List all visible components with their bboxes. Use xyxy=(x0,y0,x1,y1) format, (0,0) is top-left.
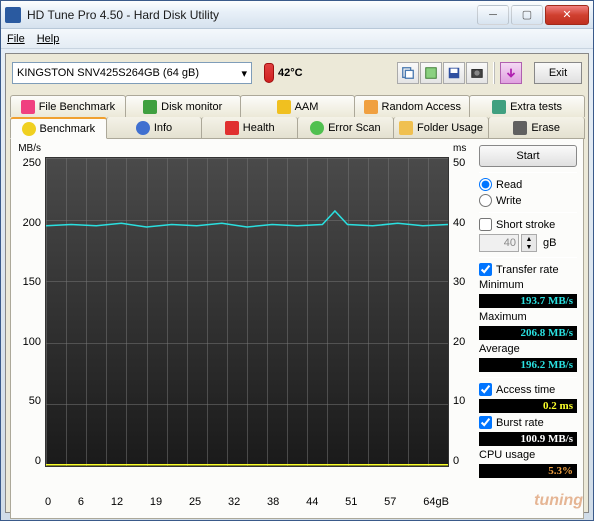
access-time-checkbox[interactable] xyxy=(479,383,492,396)
toolbar-divider xyxy=(493,62,495,84)
tab-erase[interactable]: Erase xyxy=(488,117,585,139)
options-button[interactable] xyxy=(500,62,522,84)
access-time-value: 0.2 ms xyxy=(479,399,577,413)
temperature-value: 42°C xyxy=(278,67,303,79)
maximize-button[interactable]: ▢ xyxy=(511,5,543,25)
access-time-label: Access time xyxy=(496,384,555,396)
burst-rate-label: Burst rate xyxy=(496,417,544,429)
y-axis-right: 50403020100 xyxy=(449,157,471,467)
titlebar: HD Tune Pro 4.50 - Hard Disk Utility ─ ▢… xyxy=(1,1,593,29)
minimize-button[interactable]: ─ xyxy=(477,5,509,25)
short-stroke-input xyxy=(479,234,519,252)
copy-info-button[interactable] xyxy=(397,62,419,84)
maximum-label: Maximum xyxy=(479,311,577,323)
drive-select[interactable]: KINGSTON SNV425S264GB (64 gB) ▾ xyxy=(12,62,252,84)
start-button[interactable]: Start xyxy=(479,145,577,167)
chevron-down-icon: ▾ xyxy=(241,67,247,80)
short-stroke-checkbox[interactable] xyxy=(479,218,492,231)
cpu-usage-value: 5.3% xyxy=(479,464,577,478)
menu-file[interactable]: File xyxy=(7,33,25,45)
screenshot-button[interactable] xyxy=(466,62,488,84)
average-label: Average xyxy=(479,343,577,355)
tab-row-lower: Benchmark Info Health Error Scan Folder … xyxy=(10,117,584,139)
tab-extra-tests[interactable]: Extra tests xyxy=(469,95,585,117)
menu-help[interactable]: Help xyxy=(37,33,60,45)
short-stroke-spinner[interactable]: ▲▼ xyxy=(521,234,537,252)
read-label: Read xyxy=(496,179,522,191)
x-axis: 06121925323844515764gB xyxy=(45,494,449,512)
menubar: File Help xyxy=(1,29,593,49)
thermometer-icon xyxy=(264,63,274,83)
write-radio[interactable] xyxy=(479,194,492,207)
transfer-rate-checkbox[interactable] xyxy=(479,263,492,276)
exit-button[interactable]: Exit xyxy=(534,62,582,84)
write-label: Write xyxy=(496,195,521,207)
maximum-value: 206.8 MB/s xyxy=(479,326,577,340)
tab-file-benchmark[interactable]: File Benchmark xyxy=(10,95,126,117)
cpu-usage-label: CPU usage xyxy=(479,449,577,461)
short-stroke-label: Short stroke xyxy=(496,219,555,231)
tab-health[interactable]: Health xyxy=(201,117,298,139)
tab-info[interactable]: Info xyxy=(106,117,203,139)
tab-benchmark[interactable]: Benchmark xyxy=(10,117,107,139)
close-button[interactable]: ✕ xyxy=(545,5,589,25)
window-title: HD Tune Pro 4.50 - Hard Disk Utility xyxy=(27,8,477,22)
burst-rate-value: 100.9 MB/s xyxy=(479,432,577,446)
benchmark-chart xyxy=(45,157,449,467)
y-axis-left: 250200150100500 xyxy=(17,157,45,467)
stroke-unit: gB xyxy=(543,237,556,249)
tab-error-scan[interactable]: Error Scan xyxy=(297,117,394,139)
read-radio[interactable] xyxy=(479,178,492,191)
tab-disk-monitor[interactable]: Disk monitor xyxy=(125,95,241,117)
y-axis-right-label: ms xyxy=(453,143,466,154)
y-axis-left-label: MB/s xyxy=(18,143,41,154)
copy-screenshot-button[interactable] xyxy=(420,62,442,84)
tab-random-access[interactable]: Random Access xyxy=(354,95,470,117)
save-button[interactable] xyxy=(443,62,465,84)
minimum-label: Minimum xyxy=(479,279,577,291)
tab-row-upper: File Benchmark Disk monitor AAM Random A… xyxy=(10,94,584,117)
tab-folder-usage[interactable]: Folder Usage xyxy=(393,117,490,139)
app-icon xyxy=(5,7,21,23)
tab-aam[interactable]: AAM xyxy=(240,95,356,117)
drive-select-value: KINGSTON SNV425S264GB (64 gB) xyxy=(17,67,199,79)
burst-rate-checkbox[interactable] xyxy=(479,416,492,429)
temperature-display: 42°C xyxy=(264,63,303,83)
minimum-value: 193.7 MB/s xyxy=(479,294,577,308)
transfer-rate-label: Transfer rate xyxy=(496,264,559,276)
average-value: 196.2 MB/s xyxy=(479,358,577,372)
